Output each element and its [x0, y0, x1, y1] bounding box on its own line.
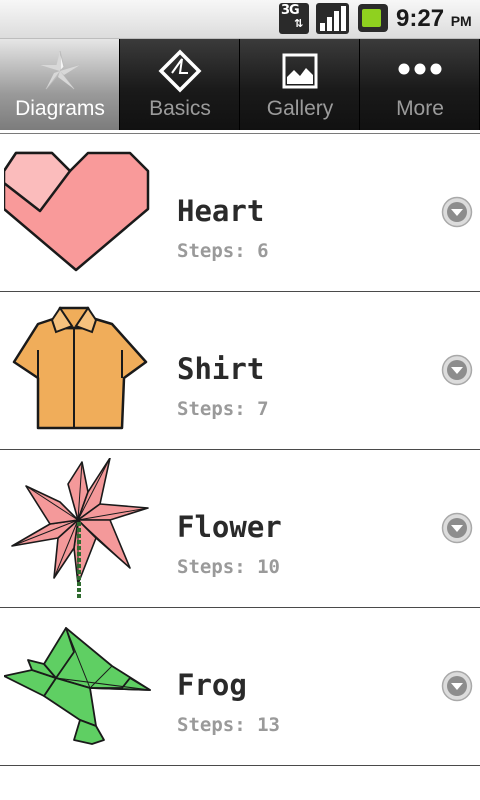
tab-basics[interactable]: Basics: [120, 39, 240, 130]
tab-more[interactable]: More: [360, 39, 480, 130]
item-steps: Steps: 6: [177, 240, 269, 262]
origami-heart-icon: [4, 151, 150, 272]
tab-label: Diagrams: [15, 97, 105, 120]
item-steps: Steps: 7: [177, 398, 269, 420]
item-title: Heart: [177, 194, 265, 228]
tab-gallery[interactable]: Gallery: [240, 39, 360, 130]
network-3g-icon: 3G ⇅: [279, 3, 309, 34]
more-dots-icon: [398, 63, 442, 75]
list-item-flower[interactable]: Flower Steps: 10: [0, 450, 480, 608]
item-title: Frog: [177, 668, 247, 702]
status-bar: 3G ⇅ 9:27 PM: [0, 0, 480, 39]
origami-frog-icon: [4, 627, 151, 745]
item-title: Flower: [177, 510, 282, 544]
item-steps: Steps: 10: [177, 556, 280, 578]
tab-label: More: [396, 97, 444, 120]
battery-icon: [358, 4, 388, 32]
chevron-down-icon[interactable]: [441, 354, 473, 386]
signal-strength-icon: [316, 3, 349, 34]
item-title: Shirt: [177, 352, 265, 386]
list-item-shirt[interactable]: Shirt Steps: 7: [0, 292, 480, 450]
origami-star-icon: [39, 50, 81, 90]
list-item-heart[interactable]: Heart Steps: 6: [0, 134, 480, 292]
tab-diagrams[interactable]: Diagrams: [0, 39, 120, 130]
origami-shirt-icon: [12, 306, 148, 430]
tab-label: Basics: [149, 97, 211, 120]
origami-flower-icon: [11, 458, 149, 600]
fold-diamond-icon: [158, 49, 202, 93]
chevron-down-icon[interactable]: [441, 512, 473, 544]
tab-bar: Diagrams Basics Gallery More: [0, 39, 480, 130]
chevron-down-icon[interactable]: [441, 196, 473, 228]
clock: 9:27 PM: [396, 5, 472, 32]
picture-icon: [282, 53, 318, 89]
list-item-frog[interactable]: Frog Steps: 13: [0, 608, 480, 766]
chevron-down-icon[interactable]: [441, 670, 473, 702]
tab-label: Gallery: [266, 97, 334, 120]
diagram-list: Heart Steps: 6 Shirt Steps: 7 Flower Ste…: [0, 134, 480, 766]
item-steps: Steps: 13: [177, 714, 280, 736]
